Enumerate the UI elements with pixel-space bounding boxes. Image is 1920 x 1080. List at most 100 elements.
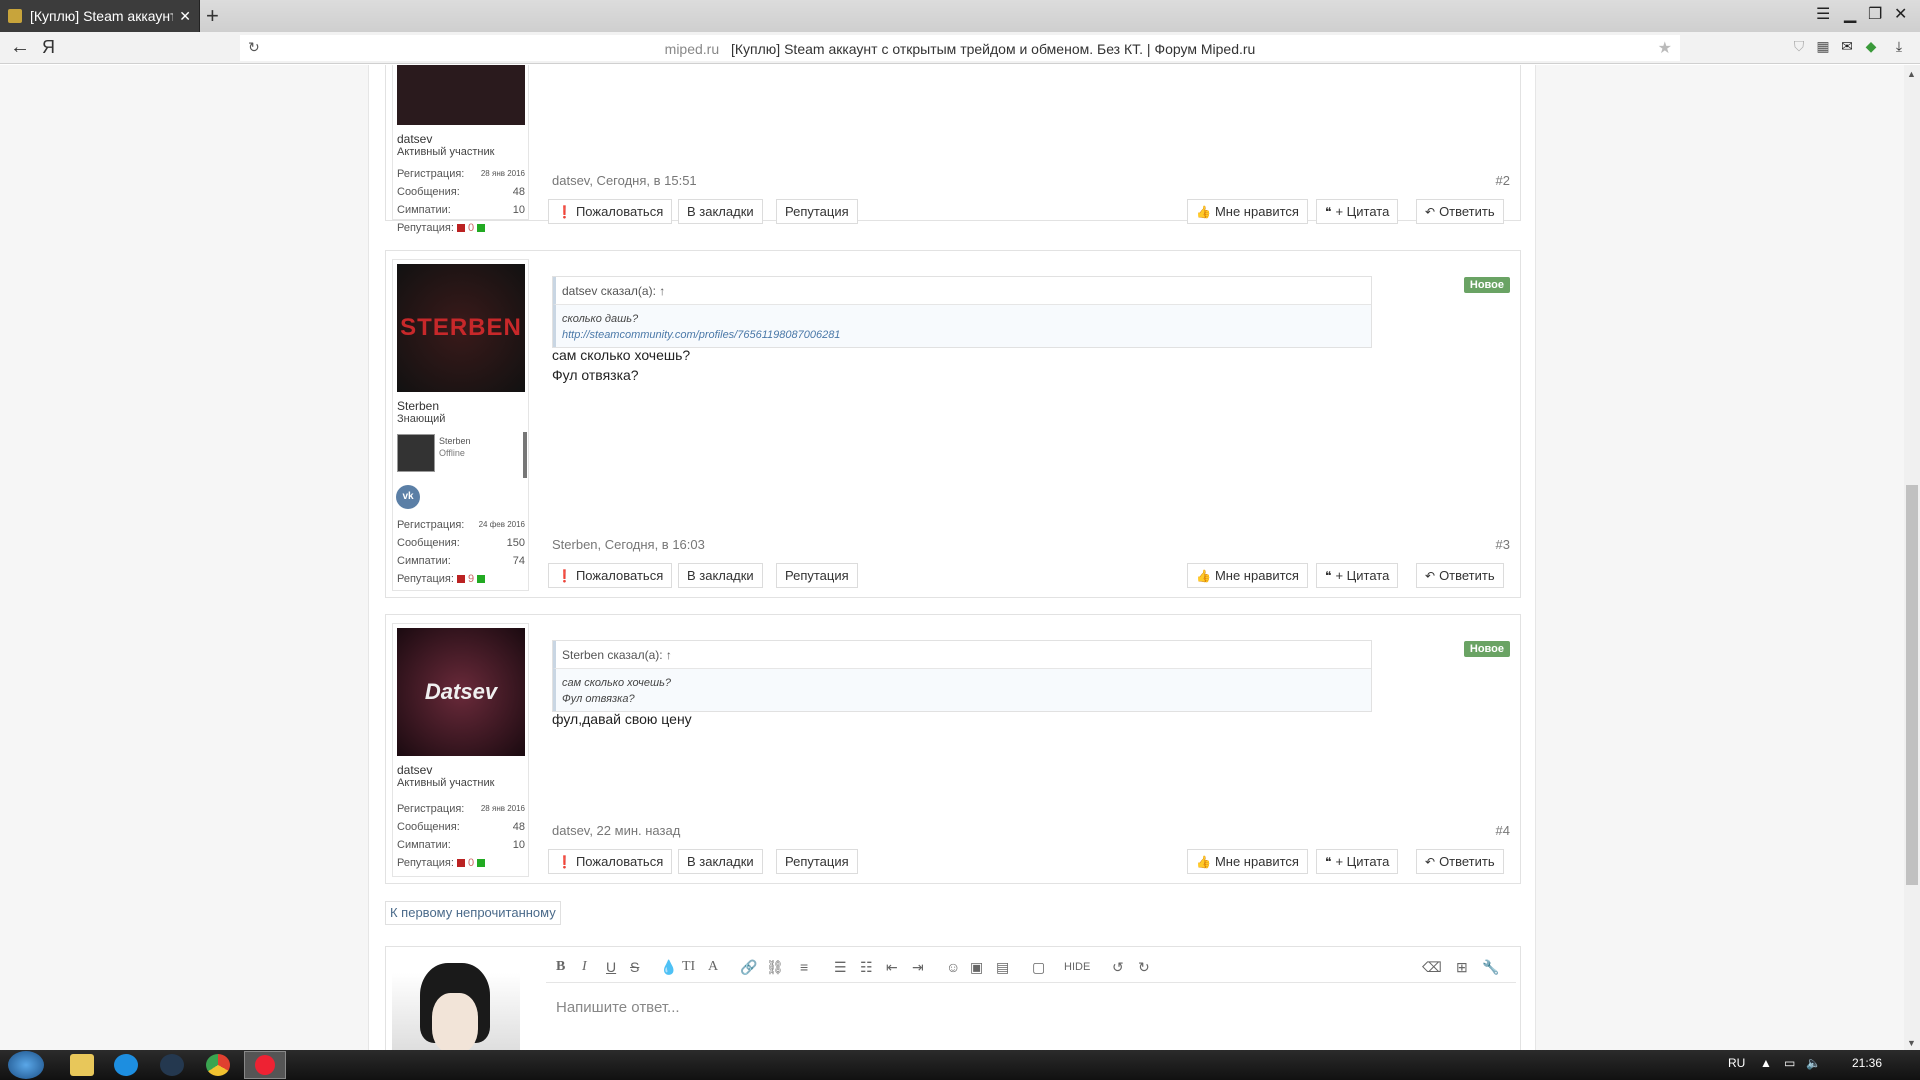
font-icon[interactable]: A xyxy=(708,959,718,975)
first-unread-link[interactable]: К первому непрочитанному xyxy=(385,901,561,925)
username[interactable]: datsev xyxy=(397,132,432,146)
network-icon[interactable]: ▭ xyxy=(1784,1056,1795,1070)
post-number[interactable]: #3 xyxy=(1496,537,1510,552)
bookmark-star-icon[interactable]: ★ xyxy=(1658,38,1672,58)
reputation-button[interactable]: Репутация xyxy=(776,849,858,874)
close-tab-icon[interactable]: ✕ xyxy=(179,8,191,25)
yandex-button[interactable]: Я xyxy=(42,37,55,58)
table-icon[interactable]: ⊞ xyxy=(1456,959,1468,976)
hide-button[interactable]: HIDE xyxy=(1064,961,1090,973)
tray-arrow-icon[interactable]: ▲ xyxy=(1760,1056,1772,1070)
reply-button[interactable]: ↶ Ответить xyxy=(1416,199,1504,224)
restore-icon[interactable]: ❐ xyxy=(1868,4,1882,24)
complain-button[interactable]: ❗ Пожаловаться xyxy=(548,563,673,588)
bullet-list-icon[interactable]: ☰ xyxy=(834,959,847,976)
post-meta[interactable]: Sterben, Сегодня, в 16:03 xyxy=(552,537,705,552)
username[interactable]: Sterben xyxy=(397,399,439,413)
unlink-icon[interactable]: ⛓ xyxy=(766,959,784,976)
rep-negative-count: 0 xyxy=(468,222,475,234)
quote-header[interactable]: Sterben сказал(а): ↑ xyxy=(553,641,1371,669)
clock[interactable]: 21:36 xyxy=(1852,1056,1882,1070)
reputation-button[interactable]: Репутация xyxy=(776,563,858,588)
extension-green-icon[interactable]: ◆ xyxy=(1862,38,1880,56)
like-button[interactable]: 👍 Мне нравится xyxy=(1187,563,1308,588)
active-tab[interactable]: [Куплю] Steam аккаунт с ✕ xyxy=(0,0,200,32)
scrollbar[interactable]: ▲ ▼ xyxy=(1904,65,1920,1050)
reply-button[interactable]: ↶ Ответить xyxy=(1416,563,1504,588)
mail-icon[interactable]: ✉ xyxy=(1838,38,1856,56)
username[interactable]: datsev xyxy=(397,763,432,777)
underline-icon[interactable]: U xyxy=(606,959,616,975)
vk-icon[interactable]: vk xyxy=(396,485,420,509)
yandex-browser-taskbar-button[interactable] xyxy=(244,1051,286,1079)
complain-button[interactable]: ❗ Пожаловаться xyxy=(548,199,673,224)
avatar[interactable]: STERBEN xyxy=(397,264,525,392)
avatar[interactable] xyxy=(397,65,525,125)
like-button[interactable]: 👍 Мне нравится xyxy=(1187,199,1308,224)
likes-label: Симпатии: xyxy=(397,204,451,216)
scrollbar-thumb[interactable] xyxy=(1906,485,1918,885)
quote-button[interactable]: ❝ + Цитата xyxy=(1316,849,1399,874)
shield-icon[interactable]: ⛉ xyxy=(1790,38,1808,56)
quote-link[interactable]: http://steamcommunity.com/profiles/76561… xyxy=(562,329,840,341)
smiley-icon[interactable]: ☺ xyxy=(946,959,960,975)
outdent-icon[interactable]: ⇤ xyxy=(886,959,898,976)
bookmark-button[interactable]: В закладки xyxy=(678,199,763,224)
media-icon[interactable]: ▤ xyxy=(996,959,1009,976)
indent-icon[interactable]: ⇥ xyxy=(912,959,924,976)
complain-button[interactable]: ❗ Пожаловаться xyxy=(548,849,673,874)
scroll-down-icon[interactable]: ▼ xyxy=(1907,1038,1916,1048)
steam-icon[interactable] xyxy=(160,1054,184,1076)
likes-count: 10 xyxy=(512,839,525,851)
like-button[interactable]: 👍 Мне нравится xyxy=(1187,849,1308,874)
skype-icon[interactable] xyxy=(114,1054,138,1076)
strikethrough-icon[interactable]: S xyxy=(630,959,639,975)
address-input[interactable]: ↻ miped.ru [Куплю] Steam аккаунт с откры… xyxy=(240,35,1680,61)
post-meta[interactable]: datsev, 22 мин. назад xyxy=(552,823,680,838)
extension-icon[interactable]: ▦ xyxy=(1814,38,1832,56)
redo-icon[interactable]: ↻ xyxy=(1138,959,1150,976)
volume-icon[interactable]: 🔈 xyxy=(1806,1056,1821,1070)
post-meta[interactable]: datsev, Сегодня, в 15:51 xyxy=(552,173,697,188)
reply-button[interactable]: ↶ Ответить xyxy=(1416,849,1504,874)
link-icon[interactable]: 🔗 xyxy=(740,959,757,976)
language-indicator[interactable]: RU xyxy=(1728,1056,1745,1070)
reply-textarea[interactable]: Напишите ответ... xyxy=(556,999,680,1016)
italic-icon[interactable]: I xyxy=(582,959,587,975)
numbered-list-icon[interactable]: ☷ xyxy=(860,959,873,976)
close-window-icon[interactable]: ✕ xyxy=(1894,4,1907,24)
quote-button[interactable]: ❝ + Цитата xyxy=(1316,199,1399,224)
steam-widget[interactable]: Sterben Offline xyxy=(395,432,527,478)
explorer-icon[interactable] xyxy=(70,1054,94,1076)
rep-negative-icon xyxy=(456,575,465,584)
post-number[interactable]: #4 xyxy=(1496,823,1510,838)
eraser-icon[interactable]: ⌫ xyxy=(1422,959,1442,976)
quote-button[interactable]: ❝ + Цитата xyxy=(1316,563,1399,588)
avatar-face-shape xyxy=(432,993,478,1050)
save-draft-icon[interactable]: ▢ xyxy=(1032,959,1045,976)
chrome-icon[interactable] xyxy=(206,1054,230,1076)
reputation-button[interactable]: Репутация xyxy=(776,199,858,224)
bookmark-button[interactable]: В закладки xyxy=(678,563,763,588)
quote-header[interactable]: datsev сказал(а): ↑ xyxy=(553,277,1371,305)
minimize-icon[interactable]: ▁ xyxy=(1844,4,1856,24)
bold-icon[interactable]: B xyxy=(556,959,565,975)
post-number[interactable]: #2 xyxy=(1496,173,1510,188)
color-icon[interactable]: 💧 xyxy=(660,959,677,976)
start-button[interactable] xyxy=(8,1051,44,1079)
avatar[interactable]: Datsev xyxy=(397,628,525,756)
address-domain: miped.ru xyxy=(664,41,720,57)
download-icon[interactable]: ⤓ xyxy=(1890,38,1908,56)
font-size-icon[interactable]: TI xyxy=(682,959,695,975)
undo-icon[interactable]: ↺ xyxy=(1112,959,1124,976)
image-icon[interactable]: ▣ xyxy=(970,959,983,976)
steam-status: Offline xyxy=(439,448,465,458)
wrench-icon[interactable]: 🔧 xyxy=(1482,959,1499,976)
scroll-up-icon[interactable]: ▲ xyxy=(1907,69,1916,79)
new-tab-icon[interactable]: + xyxy=(206,4,219,28)
menu-icon[interactable]: ☰ xyxy=(1816,4,1830,24)
likes-count: 74 xyxy=(512,555,525,567)
bookmark-button[interactable]: В закладки xyxy=(678,849,763,874)
back-arrow-icon[interactable]: ← xyxy=(10,36,30,59)
align-icon[interactable]: ≡ xyxy=(800,959,808,975)
